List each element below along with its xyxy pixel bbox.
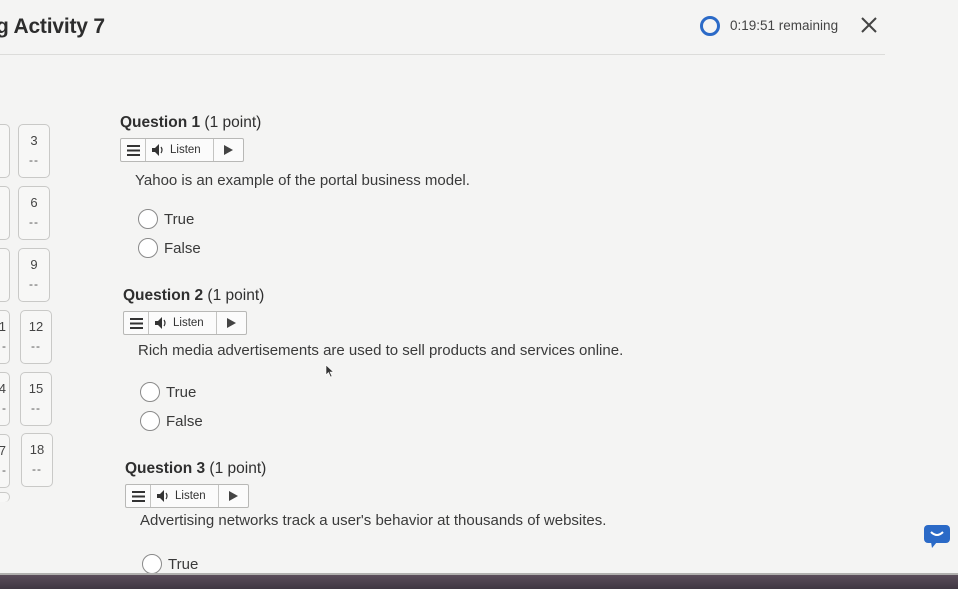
option-true[interactable]: True [140,382,196,402]
listen-toolbar: Listen [123,311,247,335]
nav-cell-question[interactable]: 3 -- [18,124,50,178]
question-heading: Question 2 (1 point) [123,287,264,305]
taskbar [0,575,958,589]
option-false[interactable]: False [140,411,203,431]
nav-cell-status: - [2,463,6,477]
question-text: Rich media advertisements are used to se… [138,342,624,359]
menu-icon [131,490,145,502]
radio-button[interactable] [138,238,158,258]
question-text: Yahoo is an example of the portal busine… [135,172,470,189]
nav-cell-partial[interactable]: 4 - [0,372,10,426]
nav-cell-partial[interactable] [0,248,10,302]
listen-play-button[interactable] [217,312,246,334]
timer-remaining: 0:19:51 remaining [730,18,839,33]
option-true[interactable]: True [138,209,194,229]
listen-button[interactable]: Listen [149,312,217,334]
nav-cell-status: -- [31,339,41,353]
nav-cell-status: -- [29,277,39,291]
question-label: Question 2 [123,287,204,304]
option-label: True [164,210,195,228]
nav-cell-status: -- [31,401,41,415]
listen-label: Listen [175,490,206,502]
play-icon [224,145,233,155]
nav-cell-number: 1 [0,319,6,334]
question-points: (1 point) [209,460,267,477]
listen-button[interactable]: Listen [151,485,219,507]
question-heading: Question 1 (1 point) [120,114,261,132]
nav-cell-partial[interactable] [0,186,10,240]
listen-toolbar: Listen [125,484,249,508]
question-points: (1 point) [207,287,265,304]
nav-cell-partial[interactable] [0,124,10,178]
question-label: Question 1 [120,114,201,131]
question-points: (1 point) [204,114,262,131]
close-button[interactable] [858,14,880,36]
radio-button[interactable] [142,554,162,574]
play-icon [229,491,238,501]
listen-label: Listen [170,144,201,156]
nav-cell-number: 12 [28,319,44,334]
chat-icon [924,525,950,548]
chat-button[interactable] [923,523,951,549]
listen-button[interactable]: Listen [146,139,214,161]
nav-cell-status: - [2,401,6,415]
listen-menu-button[interactable] [121,139,146,161]
header: g Activity 7 0:19:51 remaining [0,0,958,56]
mouse-cursor-icon [325,364,335,378]
nav-cell-partial[interactable]: 1 - [0,310,10,364]
option-label: False [166,412,203,430]
nav-cell-question[interactable]: 15 -- [20,372,52,426]
nav-cell-number: 15 [28,381,44,396]
nav-cell-number: 4 [0,381,6,396]
nav-cell-status: -- [29,215,39,229]
listen-menu-button[interactable] [126,485,151,507]
nav-cell-status: -- [29,153,39,167]
option-false[interactable]: False [138,238,201,258]
nav-cell-question[interactable]: 18 -- [21,433,53,487]
option-label: True [166,383,197,401]
play-icon [227,318,236,328]
nav-cell-number: 18 [29,442,45,457]
question-navigation: 1 - 4 - 7 - 3 -- 6 -- 9 -- 12 -- 15 -- 1… [0,0,60,589]
speaker-icon [152,144,163,156]
nav-cell-partial [0,492,10,502]
speaker-icon [157,490,168,502]
speaker-icon [155,317,166,329]
header-divider [0,54,885,55]
radio-button[interactable] [140,411,160,431]
nav-cell-number: 9 [30,257,38,272]
listen-play-button[interactable] [219,485,248,507]
timer-ring-icon [700,16,720,36]
nav-cell-status: -- [32,462,42,476]
nav-cell-number: 6 [30,195,38,210]
listen-label: Listen [173,317,204,329]
option-label: True [168,555,199,573]
nav-cell-number: 7 [0,443,6,458]
listen-toolbar: Listen [120,138,244,162]
radio-button[interactable] [138,209,158,229]
listen-play-button[interactable] [214,139,243,161]
option-true[interactable]: True [142,554,198,574]
nav-cell-number: 3 [30,133,38,148]
option-label: False [164,239,201,257]
nav-cell-question[interactable]: 9 -- [18,248,50,302]
nav-cell-question[interactable]: 12 -- [20,310,52,364]
close-icon [861,17,877,33]
question-heading: Question 3 (1 point) [125,460,266,478]
question-label: Question 3 [125,460,206,477]
listen-menu-button[interactable] [124,312,149,334]
menu-icon [126,144,140,156]
menu-icon [129,317,143,329]
nav-cell-status: - [2,339,6,353]
radio-button[interactable] [140,382,160,402]
nav-cell-partial[interactable]: 7 - [0,434,10,488]
nav-cell-question[interactable]: 6 -- [18,186,50,240]
question-text: Advertising networks track a user's beha… [140,512,607,529]
